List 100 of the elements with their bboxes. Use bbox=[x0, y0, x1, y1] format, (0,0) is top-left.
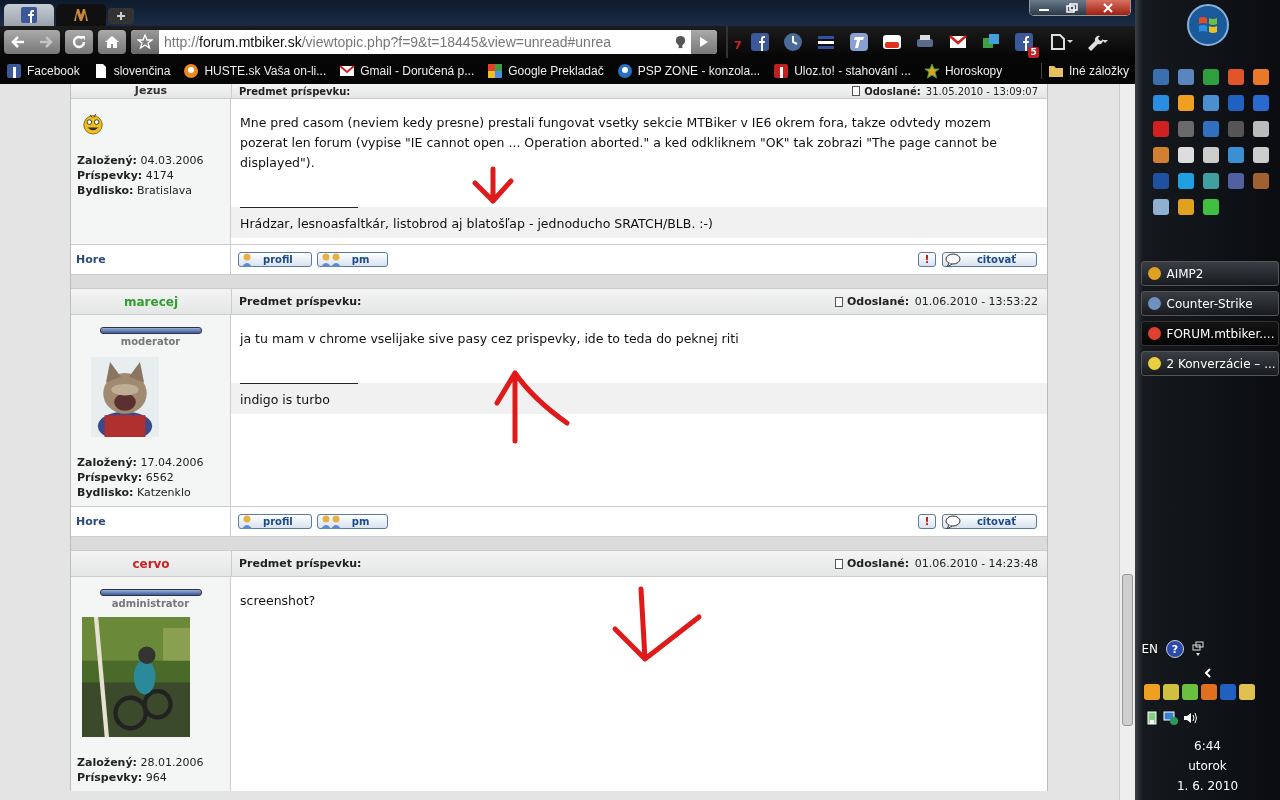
clock-time[interactable]: 6:44 bbox=[1194, 736, 1221, 756]
plus-icon bbox=[116, 11, 126, 21]
report-button[interactable]: ! bbox=[917, 514, 936, 529]
extension-counter[interactable]: 7 bbox=[734, 38, 742, 52]
browser-tab[interactable] bbox=[4, 4, 54, 26]
app-icon[interactable] bbox=[1202, 147, 1219, 163]
favicon-icon bbox=[923, 63, 940, 79]
restore-icon bbox=[1066, 2, 1078, 13]
social-logo-icon bbox=[21, 7, 37, 23]
post-text: ja tu mam v chrome vselijake sive pasy cez prispevky, ide to teda do peknej riti bbox=[240, 330, 740, 348]
taskbar-button[interactable]: AIMP2 bbox=[1140, 261, 1279, 286]
taskbar-button[interactable]: 2 Konverzácie – ... bbox=[1140, 351, 1279, 376]
profile-action-button[interactable]: profil bbox=[238, 252, 312, 267]
app-icon[interactable] bbox=[1252, 69, 1269, 85]
bookmark-item[interactable]: Uloz.to! - stahování ... bbox=[773, 63, 911, 79]
app-icon[interactable] bbox=[1252, 121, 1269, 137]
tray-icon[interactable] bbox=[1162, 684, 1179, 700]
clock-date: 1. 6. 2010 bbox=[1176, 778, 1239, 795]
start-button[interactable] bbox=[1185, 3, 1230, 47]
extension-icon[interactable] bbox=[881, 32, 902, 52]
app-icon[interactable] bbox=[1202, 95, 1219, 111]
favicon-icon bbox=[183, 63, 200, 79]
profile-stat: Bydlisko: Bratislava bbox=[77, 183, 193, 198]
post-icon bbox=[852, 86, 861, 96]
speech-bubble-icon bbox=[944, 252, 961, 267]
profile-stat: Založený: 04.03.2006 bbox=[77, 153, 205, 168]
home-icon bbox=[104, 34, 120, 50]
network-icon[interactable] bbox=[1162, 710, 1179, 726]
user-icon bbox=[241, 514, 253, 529]
profile-stat: Príspevky: 964 bbox=[77, 770, 168, 785]
app-icon[interactable] bbox=[1177, 95, 1194, 111]
taskbar-button[interactable]: Counter-Strike bbox=[1140, 291, 1279, 316]
app-icon[interactable] bbox=[1152, 199, 1169, 215]
other-bookmarks-folder[interactable]: Iné záložky bbox=[1040, 63, 1129, 79]
bookmark-item[interactable]: PSP ZONE - konzola... bbox=[616, 63, 761, 79]
restore-button[interactable] bbox=[1058, 0, 1086, 15]
bookmark-item[interactable]: Google Prekladač bbox=[487, 63, 604, 79]
profile-action-button[interactable]: profil bbox=[238, 514, 312, 529]
subject-label: Predmet príspevku: bbox=[239, 557, 362, 570]
bookmark-item[interactable]: HUSTE.sk Vaša on-li... bbox=[183, 63, 327, 79]
hand-drawn-arrow bbox=[472, 166, 514, 204]
app-icon[interactable] bbox=[1152, 147, 1169, 163]
tray-icon[interactable] bbox=[1238, 684, 1255, 700]
app-icon[interactable] bbox=[1202, 199, 1219, 215]
help-icon[interactable]: ? bbox=[1166, 640, 1185, 658]
profile-action-button[interactable]: pm bbox=[316, 514, 389, 529]
app-icon[interactable] bbox=[1177, 173, 1194, 189]
app-icon[interactable] bbox=[1202, 173, 1219, 189]
back-arrow-icon bbox=[10, 34, 26, 50]
new-tab-button[interactable] bbox=[108, 8, 134, 24]
bookmark-star-button[interactable] bbox=[131, 30, 159, 54]
favicon-icon bbox=[6, 63, 22, 79]
favicon-icon bbox=[487, 63, 504, 79]
app-icon bbox=[1147, 327, 1161, 340]
app-icon[interactable] bbox=[1227, 147, 1244, 163]
page-menu-button[interactable] bbox=[1049, 33, 1074, 51]
bookmark-item[interactable]: Facebook bbox=[6, 63, 80, 79]
author-name[interactable]: Jezus bbox=[134, 85, 168, 97]
profile-action-button[interactable]: pm bbox=[316, 252, 389, 267]
minimize-button[interactable] bbox=[1030, 0, 1058, 15]
app-icon[interactable] bbox=[1252, 147, 1269, 163]
bookmark-item[interactable]: slovenčina bbox=[92, 63, 171, 79]
language-indicator[interactable]: EN bbox=[1141, 642, 1159, 656]
windows-icon[interactable] bbox=[1192, 641, 1205, 657]
home-button[interactable] bbox=[98, 30, 126, 54]
subject-label: Predmet príspevku: bbox=[239, 85, 351, 97]
profile-stat: Príspevky: 4174 bbox=[77, 168, 175, 183]
extension-icon[interactable] bbox=[749, 32, 770, 52]
close-icon bbox=[1102, 2, 1114, 13]
tray-icon[interactable] bbox=[1181, 684, 1198, 700]
report-button[interactable]: ! bbox=[917, 252, 936, 267]
extension-icon[interactable] bbox=[782, 32, 803, 52]
app-icon[interactable] bbox=[1177, 199, 1194, 215]
address-bar[interactable]: http://forum.mtbiker.sk/viewtopic.php?f=9&t=18445&view=unread#unrea bbox=[131, 30, 717, 54]
chevron-icon[interactable] bbox=[1203, 668, 1212, 678]
app-icon[interactable] bbox=[1177, 147, 1194, 163]
app-icon bbox=[1147, 267, 1161, 280]
bookmark-item[interactable]: Gmail - Doručená p... bbox=[339, 63, 475, 79]
tray-icon[interactable] bbox=[1143, 684, 1160, 700]
quote-button[interactable]: citovať bbox=[941, 514, 1037, 529]
speech-bubble-icon bbox=[944, 514, 961, 529]
go-button[interactable] bbox=[691, 30, 717, 54]
bookmark-item[interactable]: Horoskopy bbox=[923, 63, 1003, 79]
posted-date: Odoslané: 01.06.2010 - 14:23:48 bbox=[834, 557, 1038, 570]
close-button[interactable] bbox=[1086, 0, 1130, 15]
author-name[interactable]: cervo bbox=[132, 556, 170, 571]
app-icon[interactable] bbox=[1202, 69, 1219, 85]
tray-icon[interactable] bbox=[1200, 684, 1217, 700]
users-icon bbox=[319, 252, 342, 267]
scrollbar[interactable] bbox=[1119, 84, 1135, 800]
lightbulb-icon[interactable] bbox=[674, 34, 687, 50]
post-icon bbox=[834, 558, 843, 569]
extension-icon[interactable] bbox=[848, 32, 869, 52]
quote-button[interactable]: citovať bbox=[941, 252, 1037, 267]
forward-arrow-icon bbox=[38, 34, 54, 50]
reload-button[interactable] bbox=[65, 30, 93, 54]
browser-tab[interactable] bbox=[56, 4, 106, 26]
volume-icon[interactable] bbox=[1181, 710, 1198, 726]
back-button[interactable] bbox=[4, 30, 32, 54]
taskbar-button[interactable]: FORUM.mtbiker.... bbox=[1140, 321, 1279, 346]
